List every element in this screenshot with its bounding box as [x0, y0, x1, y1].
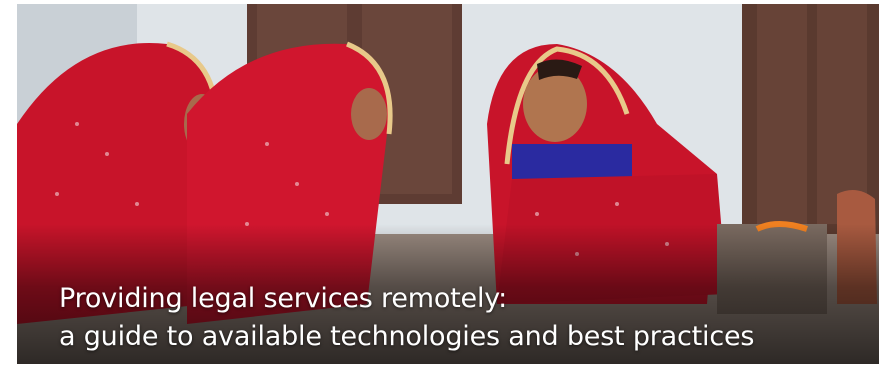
hero-banner: Providing legal services remotely: a gui…	[17, 4, 879, 364]
headline-line-1: Providing legal services remotely:	[59, 283, 507, 314]
headline-line-2: a guide to available technologies and be…	[59, 321, 755, 352]
banner-headline: Providing legal services remotely: a gui…	[59, 280, 869, 356]
